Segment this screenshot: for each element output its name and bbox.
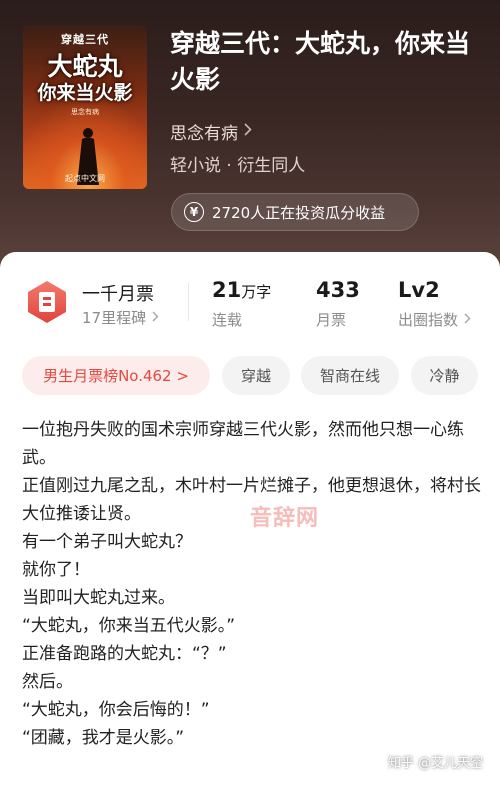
synopsis-line: 正准备跑路的大蛇丸：“？”: [22, 644, 227, 664]
author-link[interactable]: 思念有病: [170, 119, 252, 144]
cover-author: 思念有病: [71, 108, 99, 116]
author-name: 思念有病: [170, 124, 238, 144]
word-count-unit: 万字: [241, 283, 272, 301]
monthly-votes-label: 月票: [316, 311, 347, 329]
influence-level-value[interactable]: Lv2: [398, 278, 440, 302]
zhihu-watermark: 知乎 @艾儿天空: [388, 756, 484, 771]
yen-circle-icon: ¥: [184, 202, 204, 222]
book-cover[interactable]: 穿越三代 大蛇丸 你来当火影 思念有病 起点中文网: [23, 25, 147, 189]
book-synopsis: 一位抱丹失败的国术宗师穿越三代火影，然而他只想一心练武。 正值刚过九尾之乱，木叶…: [22, 416, 482, 752]
influence-index[interactable]: 出圈指数: [398, 309, 471, 330]
word-count: 21万字: [212, 278, 271, 302]
book-header: 穿越三代 大蛇丸 你来当火影 思念有病 起点中文网 穿越三代：大蛇丸，你来当火影…: [0, 0, 500, 268]
monthly-votes-value: 433: [316, 278, 360, 302]
synopsis-line: “大蛇丸，你会后悔的！”: [22, 700, 210, 720]
invest-text: 2720人正在投资瓜分收益: [212, 203, 386, 222]
cover-publisher: 起点中文网: [65, 174, 105, 183]
synopsis-line: 一位抱丹失败的国术宗师穿越三代火影，然而他只想一心练武。: [22, 420, 464, 468]
stats-row: 一千月票 17里程碑 21万字 连载 433 月票 Lv2 出圈指数: [0, 252, 500, 352]
synopsis-line: 有一个弟子叫大蛇丸？: [22, 532, 192, 552]
word-count-label: 连载: [212, 311, 243, 329]
book-genre: 轻小说 · 衍生同人: [170, 156, 306, 176]
tag-time-travel[interactable]: 穿越: [222, 356, 290, 395]
site-watermark: 音辞网: [250, 506, 320, 531]
cover-subtitle: 穿越三代: [61, 33, 109, 46]
synopsis-line: 当即叫大蛇丸过来。: [22, 588, 175, 608]
tag-row: 男生月票榜No.462 > 穿越 智商在线 冷静: [0, 356, 500, 396]
influence-index-label: 出圈指数: [398, 311, 459, 329]
synopsis-line: 然后。: [22, 672, 73, 692]
tag-smart[interactable]: 智商在线: [301, 356, 399, 395]
rank-tag[interactable]: 男生月票榜No.462 >: [22, 356, 210, 395]
synopsis-line: “大蛇丸，你来当五代火影。”: [22, 616, 236, 636]
ticket-title[interactable]: 一千月票: [82, 280, 154, 306]
synopsis-line: “团藏，我才是火影。”: [22, 728, 185, 748]
monthly-ticket-icon: [28, 281, 66, 323]
chevron-right-icon: [152, 310, 159, 325]
invest-button[interactable]: ¥ 2720人正在投资瓜分收益: [171, 193, 419, 231]
stats-divider: [188, 283, 189, 321]
cover-title-line2: 你来当火影: [37, 82, 133, 104]
ticket-milestone-label: 17里程碑: [82, 309, 147, 327]
chevron-right-icon: [244, 123, 252, 140]
synopsis-line: 就你了！: [22, 560, 90, 580]
word-count-value: 21: [212, 278, 242, 302]
tag-calm[interactable]: 冷静: [411, 356, 478, 395]
book-title: 穿越三代：大蛇丸，你来当火影: [170, 29, 471, 94]
ticket-milestone[interactable]: 17里程碑: [82, 307, 159, 328]
chevron-right-icon: [464, 312, 471, 327]
